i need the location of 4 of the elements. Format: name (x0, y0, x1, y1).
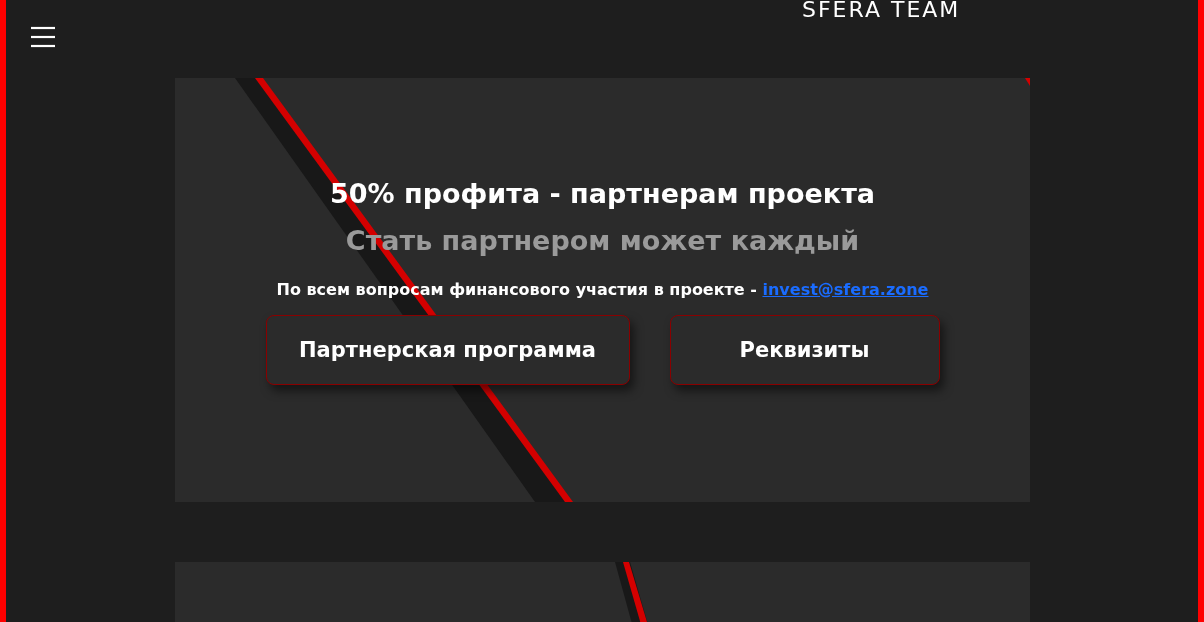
menu-icon[interactable] (30, 24, 56, 50)
details-button[interactable]: Реквизиты (669, 315, 940, 385)
logo[interactable]: SFERA TEAM (802, 0, 961, 22)
partner-program-button[interactable]: Партнерская программа (265, 315, 630, 385)
